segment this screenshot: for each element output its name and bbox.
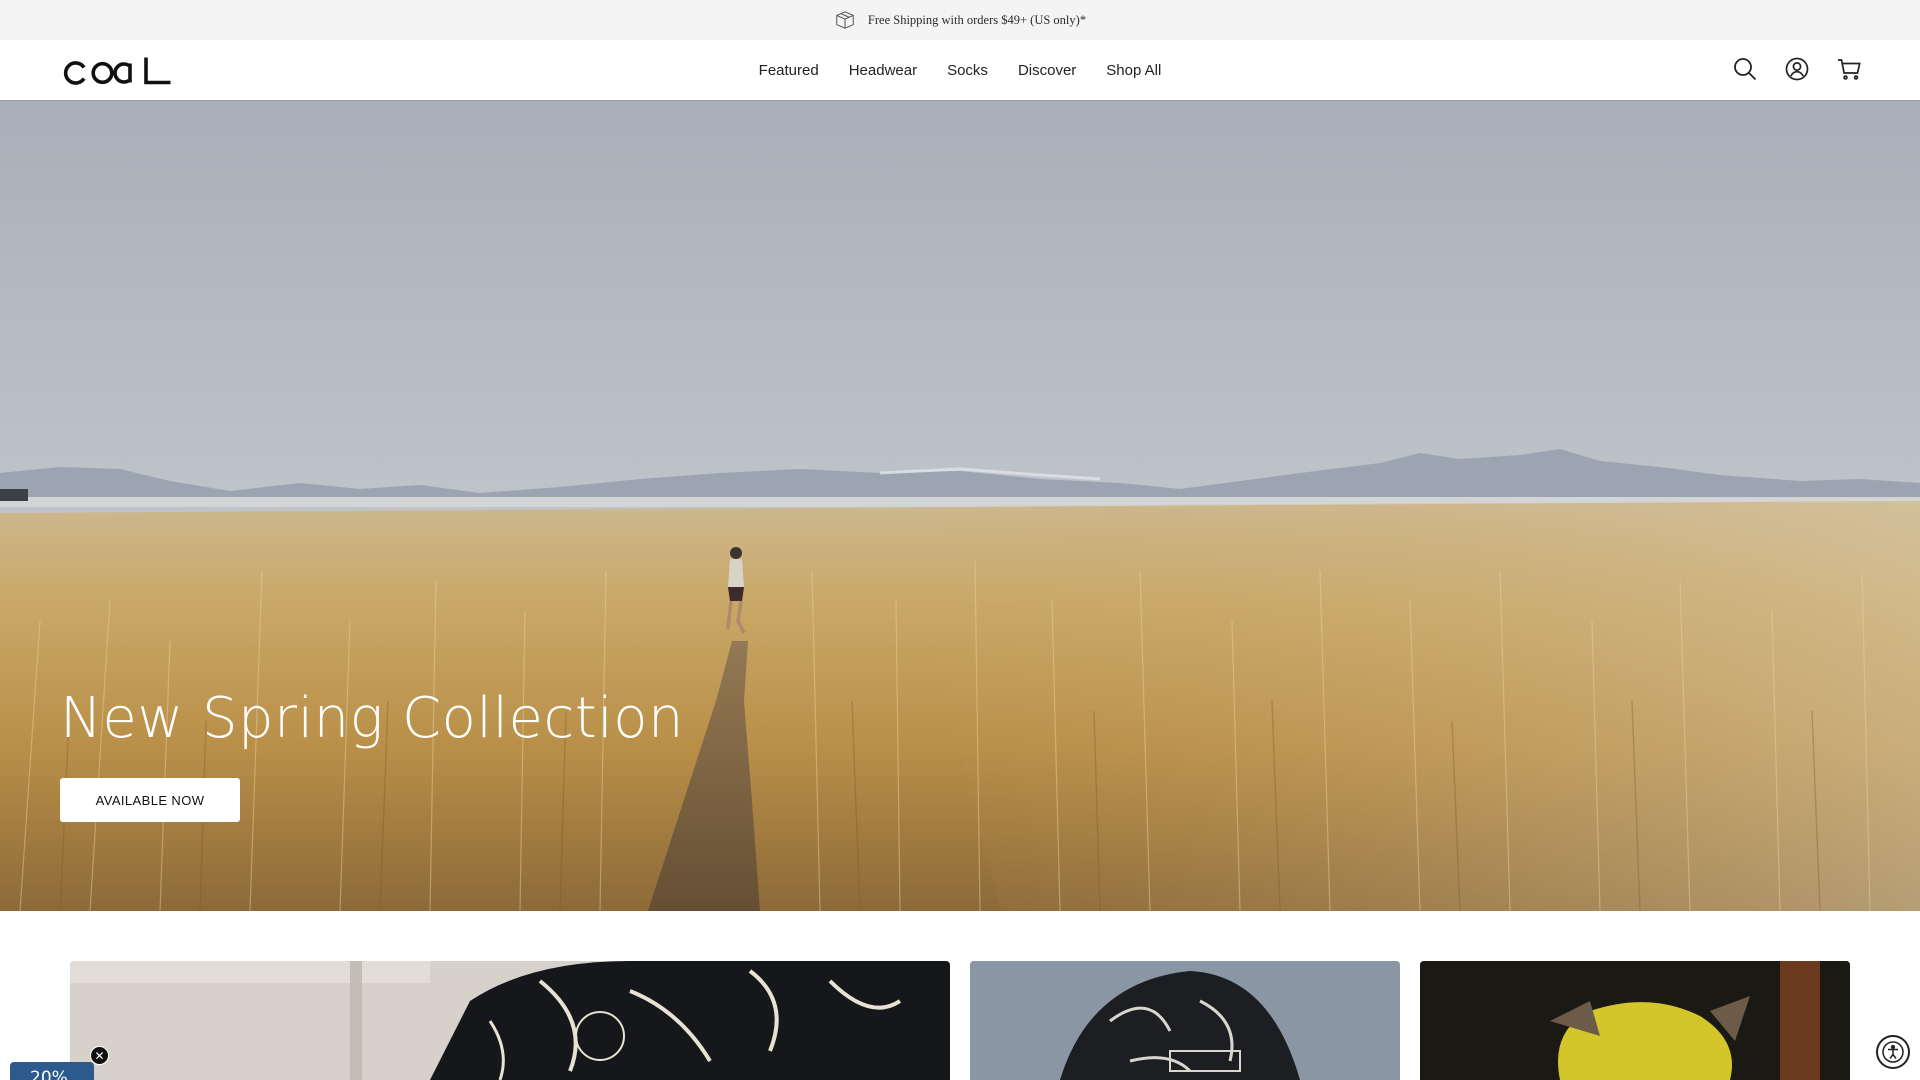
hero-image bbox=[0, 101, 1920, 911]
site-logo[interactable] bbox=[60, 56, 172, 86]
nav-discover[interactable]: Discover bbox=[1003, 62, 1091, 79]
tile-image-1 bbox=[70, 961, 950, 1080]
collection-tile-3[interactable] bbox=[1420, 961, 1850, 1080]
main-nav: Featured Headwear Socks Discover Shop Al… bbox=[0, 40, 1920, 101]
announcement-bar: Free Shipping with orders $49+ (US only)… bbox=[0, 0, 1920, 40]
nav-shop-all[interactable]: Shop All bbox=[1091, 62, 1176, 79]
coal-logo bbox=[63, 57, 171, 85]
box-icon bbox=[834, 9, 856, 31]
collection-tiles bbox=[0, 961, 1920, 1080]
site-header: Featured Headwear Socks Discover Shop Al… bbox=[0, 40, 1920, 101]
hero-banner: New Spring Collection AVAILABLE NOW bbox=[0, 101, 1920, 911]
nav-headwear[interactable]: Headwear bbox=[834, 62, 932, 79]
hero-title: New Spring Collection bbox=[60, 686, 685, 751]
collection-tile-1[interactable] bbox=[70, 961, 950, 1080]
search-icon[interactable] bbox=[1732, 56, 1758, 82]
collection-tile-2[interactable] bbox=[970, 961, 1400, 1080]
discount-tab[interactable]: 20% bbox=[10, 1062, 94, 1080]
tile-image-2 bbox=[970, 961, 1400, 1080]
announcement-text: Free Shipping with orders $49+ (US only)… bbox=[867, 12, 1087, 27]
nav-featured[interactable]: Featured bbox=[744, 62, 834, 79]
tile-image-3 bbox=[1420, 961, 1850, 1080]
nav-socks[interactable]: Socks bbox=[932, 62, 1003, 79]
header-actions bbox=[1732, 56, 1862, 82]
account-icon[interactable] bbox=[1784, 56, 1810, 82]
cart-icon[interactable] bbox=[1836, 56, 1862, 82]
available-now-button[interactable]: AVAILABLE NOW bbox=[60, 778, 240, 822]
accessibility-icon[interactable] bbox=[1876, 1035, 1910, 1069]
close-icon[interactable]: ✕ bbox=[90, 1046, 109, 1065]
